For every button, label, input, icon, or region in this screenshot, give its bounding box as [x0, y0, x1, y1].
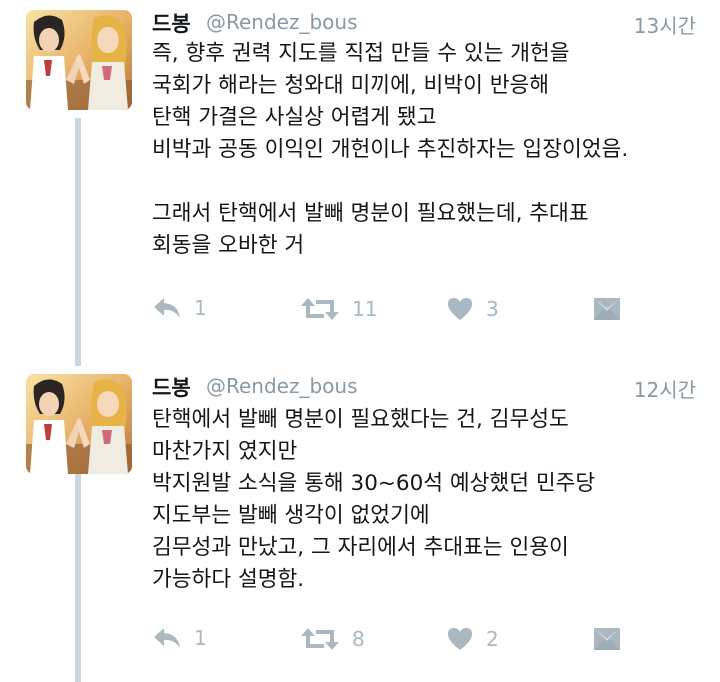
- reply-count: 1: [194, 296, 207, 320]
- heart-icon: [446, 296, 474, 322]
- tweet-text-line: 김무성과 만났고, 그 자리에서 추대표는 인용이: [152, 535, 569, 560]
- retweet-icon: [300, 296, 340, 322]
- envelope-icon: [592, 626, 622, 652]
- tweet-text-line: 탄핵에서 발빼 명분이 필요했다는 건, 김무성도: [152, 407, 569, 432]
- retweet-button[interactable]: 11: [300, 296, 377, 322]
- tweet-text-line: 탄핵 가결은 사실상 어렵게 됐고: [152, 105, 437, 130]
- retweet-button[interactable]: 8: [300, 626, 365, 652]
- direct-message-button[interactable]: [592, 296, 622, 322]
- tweet-text-line: [152, 166, 707, 198]
- tweet-text-line: 국회가 해라는 청와대 미끼에, 비박이 반응해: [152, 73, 550, 98]
- display-name[interactable]: 드봉: [152, 372, 191, 402]
- retweet-count: 8: [352, 627, 365, 651]
- like-button[interactable]: 3: [446, 296, 499, 322]
- envelope-icon: [592, 296, 622, 322]
- heart-icon: [446, 626, 474, 652]
- retweet-icon: [300, 626, 340, 652]
- user-handle[interactable]: @Rendez_bous: [206, 374, 358, 398]
- retweet-count: 11: [352, 297, 378, 321]
- tweet-text-line: 박지원발 소식을 통해 30~60석 예상했던 민주당: [152, 471, 596, 496]
- reply-count: 1: [194, 626, 207, 650]
- timestamp[interactable]: 12시간: [634, 374, 696, 403]
- tweet[interactable]: 드봉 @Rendez_bous 12시간 탄핵에서 발빼 명분이 필요했다는 건…: [0, 362, 720, 682]
- tweet-text-line: 가능하다 설명함.: [152, 567, 305, 592]
- reply-button[interactable]: 1: [152, 296, 207, 320]
- tweet[interactable]: 드봉 @Rendez_bous 13시간 즉, 향후 권력 지도를 직접 만들 …: [0, 0, 720, 345]
- tweet-text: 탄핵에서 발빼 명분이 필요했다는 건, 김무성도 마찬가지 였지만 박지원발 …: [152, 404, 707, 596]
- tweet-text-line: 비박과 공동 이익인 개헌이나 추진하자는 입장이었음.: [152, 137, 629, 162]
- like-count: 2: [486, 627, 499, 651]
- reply-icon: [152, 296, 182, 320]
- tweet-text-line: 그래서 탄핵에서 발빼 명분이 필요했는데, 추대표: [152, 201, 589, 226]
- tweet-text-line: 즉, 향후 권력 지도를 직접 만들 수 있는 개헌을: [152, 41, 570, 66]
- like-count: 3: [486, 297, 499, 321]
- tweet-actions: 1 11 3: [0, 296, 720, 328]
- reply-icon: [152, 626, 182, 650]
- timestamp[interactable]: 13시간: [634, 10, 696, 39]
- tweet-actions: 1 8 2: [0, 626, 720, 658]
- reply-button[interactable]: 1: [152, 626, 207, 650]
- tweet-text-line: 회동을 오바한 거: [152, 233, 305, 258]
- like-button[interactable]: 2: [446, 626, 499, 652]
- avatar[interactable]: [26, 10, 132, 110]
- direct-message-button[interactable]: [592, 626, 622, 652]
- tweet-text: 즉, 향후 권력 지도를 직접 만들 수 있는 개헌을 국회가 해라는 청와대 …: [152, 38, 707, 262]
- avatar[interactable]: [26, 374, 132, 474]
- user-handle[interactable]: @Rendez_bous: [206, 10, 358, 34]
- display-name[interactable]: 드봉: [152, 8, 191, 38]
- tweet-text-line: 지도부는 발빼 생각이 없었기에: [152, 503, 430, 528]
- tweet-text-line: 마찬가지 였지만: [152, 439, 298, 464]
